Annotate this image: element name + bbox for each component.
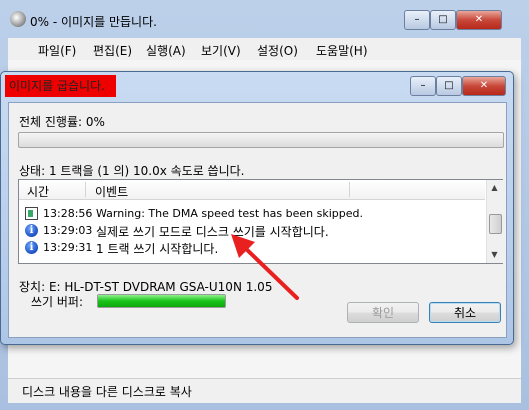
status-label: 상태: 1 트랙을 (1 의) 10.0x 속도로 씁니다.: [19, 164, 245, 178]
app-icon: [10, 11, 26, 27]
monitor-icon: [25, 207, 38, 220]
menu-file[interactable]: 파일(F): [38, 42, 76, 59]
log-time: 13:28:56: [43, 207, 93, 220]
dialog-close-button[interactable]: ✕: [462, 76, 506, 96]
maximize-button[interactable]: □: [430, 10, 456, 30]
minimize-button[interactable]: –: [404, 10, 430, 30]
log-message: 1 트랙 쓰기 시작합니다.: [96, 242, 219, 256]
buffer-label: 쓰기 버퍼:: [31, 295, 84, 309]
log-time: 13:29:03: [43, 224, 93, 237]
column-separator: [85, 182, 86, 197]
write-buffer-bar: [97, 294, 226, 308]
dialog-minimize-button[interactable]: –: [410, 76, 436, 96]
status-bar-text: 디스크 내용을 다른 디스크로 복사: [22, 385, 192, 399]
column-separator: [349, 182, 350, 197]
menu-run[interactable]: 실행(A): [146, 42, 186, 59]
column-time[interactable]: 시간: [27, 183, 49, 200]
ok-button[interactable]: 확인: [347, 302, 419, 323]
menu-help[interactable]: 도움말(H): [316, 42, 368, 59]
scroll-down-icon[interactable]: ▼: [489, 249, 500, 260]
close-button[interactable]: ✕: [456, 10, 502, 30]
info-icon: i: [25, 241, 38, 254]
cancel-button[interactable]: 취소: [429, 302, 501, 323]
log-message: Warning: The DMA speed test has been ski…: [96, 207, 364, 220]
overall-progress-label: 전체 진행률: 0%: [19, 115, 105, 129]
overall-progress-bar: [18, 132, 504, 148]
info-icon: i: [25, 224, 38, 237]
scroll-thumb[interactable]: [489, 214, 502, 234]
log-scrollbar[interactable]: ▲ ▼: [486, 180, 503, 263]
dialog-maximize-button[interactable]: □: [436, 76, 462, 96]
column-event[interactable]: 이벤트: [95, 183, 128, 200]
main-window-title: 0% - 이미지를 만듭니다.: [30, 15, 157, 29]
write-buffer-fill: [98, 295, 225, 307]
scroll-up-icon[interactable]: ▲: [489, 182, 500, 193]
log-row[interactable]: 13:28:56 Warning: The DMA speed test has…: [25, 206, 485, 222]
menu-bar: 파일(F) 편집(E) 실행(A) 보기(V) 설정(O) 도움말(H): [8, 38, 521, 61]
dialog-title: 이미지를 굽습니다.: [5, 75, 116, 97]
menu-view[interactable]: 보기(V): [201, 42, 241, 59]
log-header: 시간 이벤트: [19, 180, 485, 200]
menu-settings[interactable]: 설정(O): [257, 42, 298, 59]
menu-edit[interactable]: 편집(E): [93, 42, 132, 59]
log-time: 13:29:31: [43, 241, 93, 254]
